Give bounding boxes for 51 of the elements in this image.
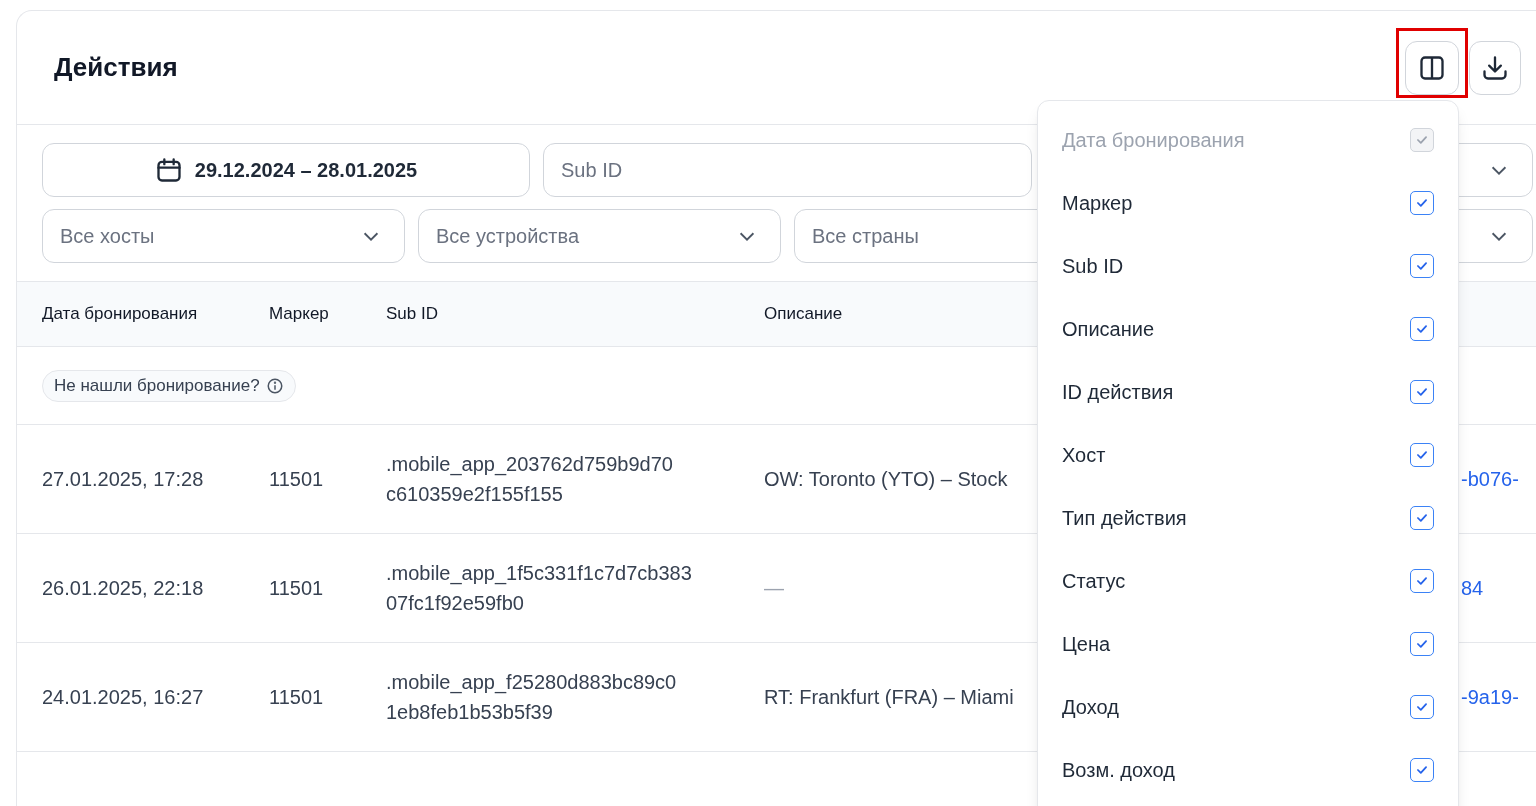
column-header: Дата бронирования — [42, 303, 198, 326]
download-button[interactable] — [1469, 40, 1521, 95]
table-cell-text: .mobile_app_1f5c331f1c7d7cb383 07fc1f92e59fb0 — [386, 561, 692, 616]
info-icon — [265, 376, 284, 395]
checkbox[interactable] — [1410, 568, 1434, 593]
table-cell-text: 26.01.2025, 22:18 — [42, 576, 204, 601]
select-field[interactable]: Все устройства — [418, 209, 781, 263]
download-icon — [1481, 53, 1509, 82]
column-menu-item[interactable]: Доход — [1062, 675, 1434, 738]
column-header: Маркер — [269, 303, 329, 326]
table-link[interactable]: -b076- — [1461, 464, 1519, 494]
column-menu-item[interactable]: Возм. доход — [1062, 738, 1434, 801]
date-range-button[interactable]: 29.12.2024 – 28.01.2025 — [42, 143, 530, 197]
column-menu-item[interactable]: Хост — [1062, 423, 1434, 486]
table-cell-text: .mobile_app_f25280d883bc89c0 1eb8feb1b53b5f39 — [386, 670, 677, 725]
columns-icon — [1418, 53, 1446, 82]
table-cell-text: 11501 — [269, 576, 324, 601]
table-cell-text: 24.01.2025, 16:27 — [42, 685, 204, 710]
checkbox[interactable] — [1410, 757, 1434, 782]
column-menu-item[interactable]: Тип действия — [1062, 486, 1434, 549]
checkbox[interactable] — [1410, 442, 1434, 467]
column-header: Sub ID — [386, 303, 438, 326]
select-field[interactable]: Все хосты — [42, 209, 405, 263]
table-link[interactable]: 84 — [1461, 573, 1484, 603]
columns-button[interactable] — [1405, 40, 1459, 95]
notice-badge[interactable]: Не нашли бронирование? — [42, 369, 296, 402]
calendar-icon — [154, 156, 183, 184]
table-cell-text: 11501 — [269, 467, 324, 492]
column-menu-item[interactable]: ID действия — [1062, 360, 1434, 423]
checkbox[interactable] — [1410, 694, 1434, 719]
checkbox[interactable] — [1410, 379, 1434, 404]
column-menu-item[interactable]: Статус — [1062, 549, 1434, 612]
checkbox[interactable] — [1410, 505, 1434, 530]
column-header: Описание — [764, 303, 843, 326]
checkbox[interactable] — [1410, 631, 1434, 656]
table-cell-text: .mobile_app_203762d759b9d70 c610359e2f155f155 — [386, 452, 673, 507]
table-link[interactable]: -9a19- — [1461, 682, 1519, 712]
table-cell-text: OW: Toronto (YTO) – Stock — [764, 467, 1008, 492]
checkbox[interactable] — [1410, 253, 1434, 278]
table-cell-text: 11501 — [269, 685, 324, 710]
notice-text: Не нашли бронирование? — [54, 374, 260, 397]
checkbox[interactable] — [1410, 190, 1434, 215]
sub-id-field[interactable]: Sub ID — [543, 143, 1032, 197]
column-menu-item[interactable]: Описание — [1062, 297, 1434, 360]
page-title: Действия — [54, 51, 178, 84]
table-cell-text: RT: Frankfurt (FRA) – Miami — [764, 685, 1014, 710]
column-menu-item[interactable]: Цена — [1062, 612, 1434, 675]
highlight-frame — [1396, 28, 1468, 98]
table-cell-text: 27.01.2025, 17:28 — [42, 467, 204, 492]
checkbox[interactable] — [1410, 316, 1434, 341]
table-cell-text: — — [764, 576, 784, 601]
